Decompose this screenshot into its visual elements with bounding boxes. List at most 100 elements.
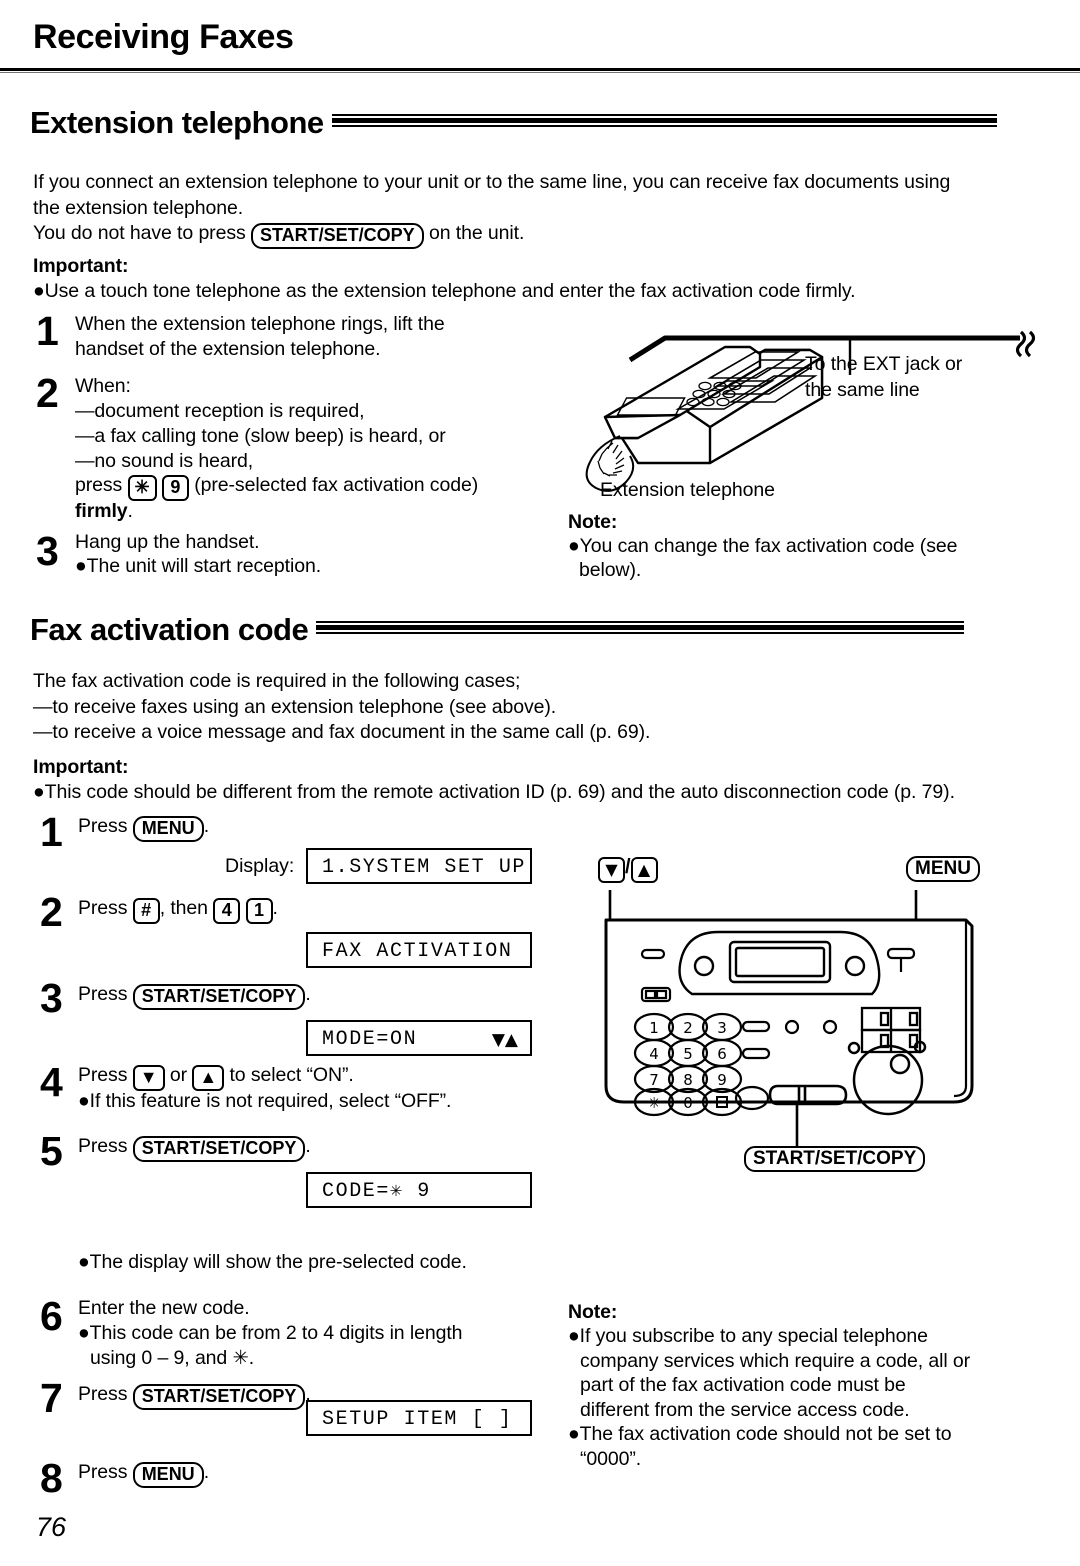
start-set-copy-key-step5[interactable]: START/SET/COPY <box>132 1136 306 1162</box>
intro-press-text: You do not have to press <box>33 222 246 244</box>
lcd-display-1: 1.SYSTEM SET UP <box>306 848 532 884</box>
step-code-5-text: Press START/SET/COPY. <box>78 1134 311 1162</box>
period-3: . <box>305 983 311 1005</box>
section-heading-fax-activation-code: Fax activation code <box>30 612 965 648</box>
note-bottom-line5: ●The fax activation code should not be s… <box>568 1423 952 1445</box>
step-ext-3-line1: Hang up the handset. <box>75 531 260 553</box>
note-top-line2: below). <box>579 559 642 581</box>
step-ext-1-line2: handset of the extension telephone. <box>75 338 381 360</box>
ext-jack-label-line1: To the EXT jack or <box>805 353 963 375</box>
step-number-code-8: 8 <box>40 1455 63 1501</box>
lcd-display-7: SETUP ITEM [ ] <box>306 1400 532 1436</box>
press-label-2: Press <box>78 897 128 919</box>
step-code-6-line3: using 0 – 9, and ✳. <box>90 1347 255 1369</box>
step-number-ext-2: 2 <box>36 370 59 416</box>
svg-text:6: 6 <box>717 1045 727 1063</box>
press-label-7: Press <box>78 1383 128 1405</box>
note-top-line1: ●You can change the fax activation code … <box>568 535 958 557</box>
step-code-3-text: Press START/SET/COPY. <box>78 982 311 1010</box>
section-rule-2 <box>316 621 965 635</box>
extension-intro-line1: If you connect an extension telephone to… <box>33 171 951 193</box>
period-1: . <box>203 815 210 837</box>
panel-up-arrow-key[interactable]: ▲ <box>630 857 658 883</box>
period-2: . <box>272 897 278 919</box>
step-ext-2-line1: When: <box>75 375 131 397</box>
svg-text:8: 8 <box>683 1071 693 1089</box>
step-code-2-text: Press #, then 4 1. <box>78 896 278 924</box>
step-code-6-line2: ●This code can be from 2 to 4 digits in … <box>78 1322 463 1344</box>
start-set-copy-key-step3[interactable]: START/SET/COPY <box>132 984 306 1010</box>
then-label: , then <box>159 897 208 919</box>
header-divider <box>0 68 1080 73</box>
lcd-display-3-text: MODE=ON <box>322 1028 418 1051</box>
four-key[interactable]: 4 <box>213 898 241 924</box>
step-ext-2-line4: —no sound is heard, <box>75 450 254 472</box>
svg-text:✳: ✳ <box>648 1094 661 1112</box>
svg-text:0: 0 <box>683 1094 693 1112</box>
display-label: Display: <box>225 855 295 877</box>
code-intro-line3: —to receive a voice message and fax docu… <box>33 721 651 743</box>
note-bottom-line4: different from the service access code. <box>580 1399 910 1421</box>
step-ext-2-firmly: firmly. <box>75 499 133 524</box>
extension-intro-line3: You do not have to press START/SET/COPY … <box>33 221 1013 249</box>
panel-callout-menu: MENU <box>906 856 980 882</box>
hash-key[interactable]: # <box>132 898 160 924</box>
star-key[interactable]: ✳ <box>127 475 157 501</box>
menu-key-step8[interactable]: MENU <box>132 1462 204 1488</box>
period-5: . <box>305 1135 311 1157</box>
fax-control-panel-illustration: 1 2 3 4 5 6 7 8 9 ✳ 0 <box>600 890 1020 1160</box>
press-label-1: Press <box>78 815 128 837</box>
code-intro-line1: The fax activation code is required in t… <box>33 670 521 692</box>
step-number-code-2: 2 <box>40 889 63 935</box>
step-number-ext-3: 3 <box>36 528 59 574</box>
panel-menu-key[interactable]: MENU <box>906 856 980 882</box>
press-label-3: Press <box>78 983 128 1005</box>
lcd-arrows-icon: ▼▲ <box>491 1030 518 1050</box>
one-key[interactable]: 1 <box>245 898 273 924</box>
note-label-bottom: Note: <box>568 1301 618 1323</box>
lcd-display-3: MODE=ON ▼▲ <box>306 1020 532 1056</box>
section-title: Extension telephone <box>30 105 324 140</box>
section-rule <box>331 114 997 128</box>
svg-text:1: 1 <box>649 1019 659 1037</box>
step-code-8-text: Press MENU. <box>78 1460 209 1488</box>
svg-text:7: 7 <box>649 1071 659 1089</box>
start-set-copy-key[interactable]: START/SET/COPY <box>250 223 424 249</box>
step-ext-3-line2: ●The unit will start reception. <box>75 555 322 577</box>
code-intro-line2: —to receive faxes using an extension tel… <box>33 696 557 718</box>
page-number: 76 <box>36 1512 67 1542</box>
lcd-display-5: CODE=✳ 9 <box>306 1172 532 1208</box>
step-ext-2-line3: —a fax calling tone (slow beep) is heard… <box>75 425 446 447</box>
step-number-code-6: 6 <box>40 1293 63 1339</box>
step-number-ext-1: 1 <box>36 308 59 354</box>
period-8: . <box>203 1461 210 1483</box>
press-label-4: Press <box>78 1064 128 1086</box>
important-label-1: Important: <box>33 255 129 277</box>
down-arrow-key[interactable]: ▼ <box>132 1065 165 1091</box>
step-ext-1-line1: When the extension telephone rings, lift… <box>75 313 445 335</box>
svg-text:4: 4 <box>649 1045 659 1063</box>
press-suffix: (pre-selected fax activation code) <box>194 474 479 496</box>
extension-telephone-caption: Extension telephone <box>600 479 775 501</box>
svg-text:3: 3 <box>717 1019 727 1037</box>
select-on-label: to select “ON”. <box>229 1064 354 1086</box>
step-code-7-text: Press START/SET/COPY. <box>78 1382 311 1410</box>
important-label-2: Important: <box>33 756 129 778</box>
up-arrow-key[interactable]: ▲ <box>192 1065 225 1091</box>
panel-down-arrow-key[interactable]: ▼ <box>598 857 625 883</box>
step-code-1-text: Press MENU. <box>78 814 209 842</box>
section-heading-extension-telephone: Extension telephone <box>30 105 997 141</box>
page-title: Receiving Faxes <box>33 18 294 56</box>
or-label: or <box>169 1064 187 1086</box>
firmly-word: firmly <box>75 500 128 522</box>
svg-text:5: 5 <box>683 1045 693 1063</box>
menu-key-step1[interactable]: MENU <box>132 816 204 842</box>
nine-key[interactable]: 9 <box>161 475 189 501</box>
step-number-code-3: 3 <box>40 975 63 1021</box>
step-code-4-text: Press ▼ or ▲ to select “ON”. <box>78 1063 354 1091</box>
important-bullet-2: ●This code should be different from the … <box>33 781 955 803</box>
step-code-4-bullet: ●If this feature is not required, select… <box>78 1090 452 1112</box>
intro-unit-text: on the unit. <box>428 222 525 244</box>
start-set-copy-key-step7[interactable]: START/SET/COPY <box>132 1384 306 1410</box>
panel-slash: / <box>625 856 631 878</box>
